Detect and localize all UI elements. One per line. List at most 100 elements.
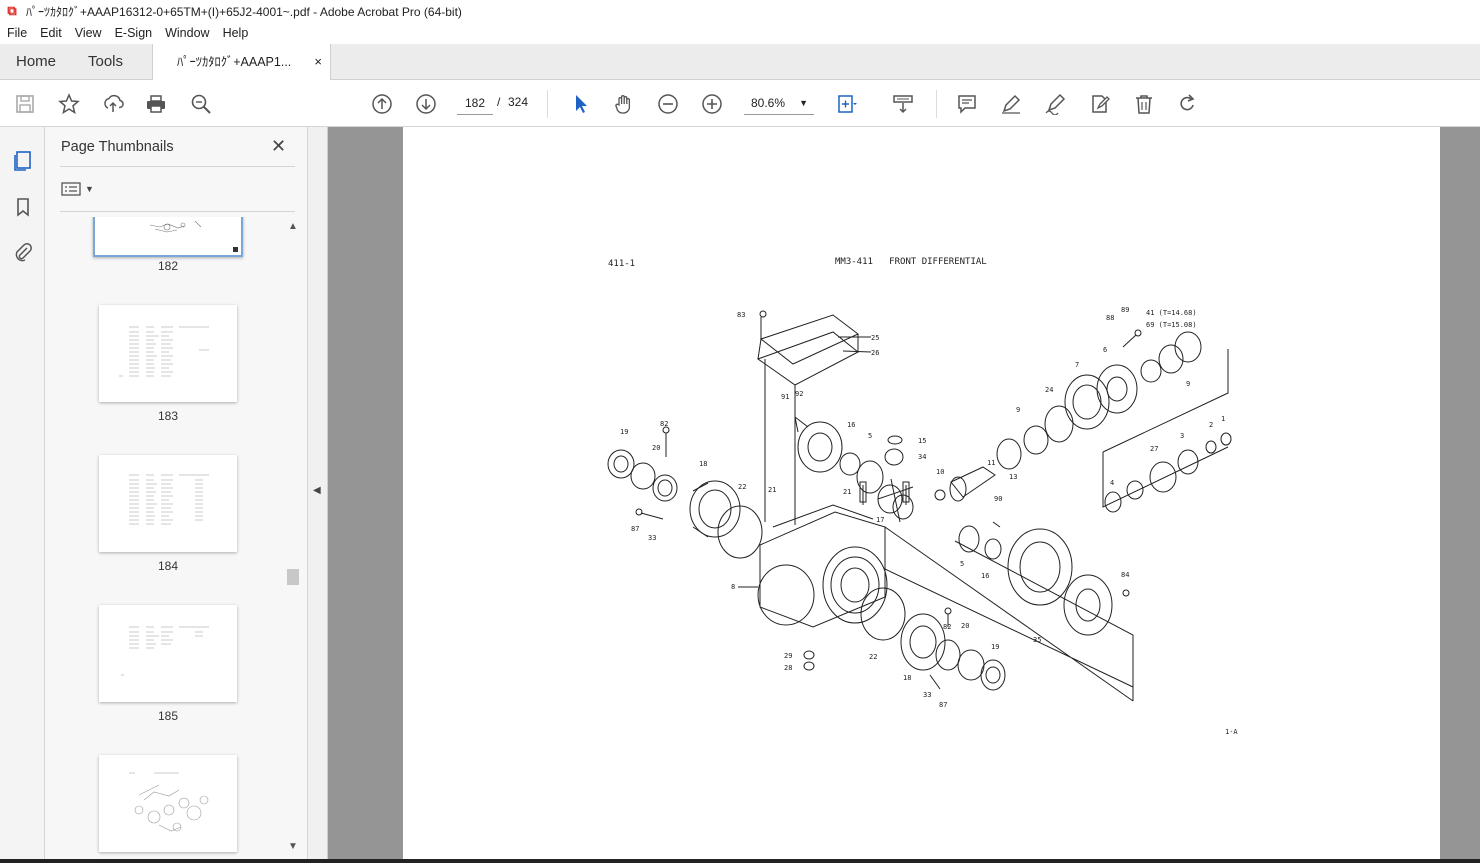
callout-20: 20 — [652, 444, 660, 452]
callout-5: 5 — [868, 432, 872, 440]
callout-11: 11 — [987, 459, 995, 467]
menu-help[interactable]: Help — [223, 26, 249, 40]
document-viewer[interactable]: 411-1 MM3-411 FRONT DIFFERENTIAL 1-A 83 … — [328, 127, 1480, 863]
header-left: 411-1 — [608, 259, 635, 269]
page-down-icon[interactable] — [413, 91, 439, 117]
thumbnail-preview — [121, 626, 209, 676]
callout-87: 87 — [631, 525, 639, 533]
menu-esign[interactable]: E-Sign — [115, 26, 153, 40]
zoom-out-icon[interactable] — [655, 91, 681, 117]
print-icon[interactable] — [143, 91, 169, 117]
tab-bar: Home Tools ﾊﾟｰﾂｶﾀﾛｸﾞ+AAAP1... × — [0, 44, 1480, 81]
callout-8: 8 — [731, 583, 735, 591]
callout-91: 91 — [781, 393, 789, 401]
zoom-in-icon[interactable] — [699, 91, 725, 117]
scrollbar-thumb[interactable] — [287, 569, 299, 585]
tab-tools[interactable]: Tools — [88, 44, 123, 80]
attachment-icon[interactable] — [11, 240, 35, 264]
panel-collapse-strip[interactable]: ◀ — [308, 127, 328, 863]
tab-document[interactable]: ﾊﾟｰﾂｶﾀﾛｸﾞ+AAAP1... × — [152, 44, 331, 81]
page-number-input[interactable]: 182 — [457, 91, 493, 115]
parts-diagram: 411-1 MM3-411 FRONT DIFFERENTIAL 1-A 83 … — [607, 257, 1238, 736]
footer-right: 1-A — [1225, 728, 1238, 736]
thumbnail-page-184[interactable] — [99, 455, 237, 552]
toolbar-divider — [936, 90, 937, 118]
callout-82b: 82 — [943, 623, 951, 631]
callout-6: 6 — [1103, 346, 1107, 354]
menu-window[interactable]: Window — [165, 26, 209, 40]
thumbnail-page-185[interactable] — [99, 605, 237, 702]
pen-icon[interactable] — [998, 91, 1024, 117]
menu-file[interactable]: File — [7, 26, 27, 40]
callout-7: 7 — [1075, 361, 1079, 369]
window-titlebar: ⧉ ﾊﾟｰﾂｶﾀﾛｸﾞ+AAAP16312-0+65TM+(I)+65J2-40… — [0, 0, 1480, 22]
thumbnail-scrollbar[interactable]: ▲ ▼ — [285, 217, 301, 859]
hand-icon[interactable] — [611, 91, 637, 117]
callout-15: 15 — [918, 437, 926, 445]
scroll-up-icon[interactable]: ▲ — [288, 221, 298, 232]
callout-18: 18 — [699, 460, 707, 468]
upload-icon[interactable] — [100, 91, 126, 117]
fit-page-icon[interactable] — [834, 91, 860, 117]
callout-25: 25 — [871, 334, 879, 342]
callout-92: 92 — [795, 390, 803, 398]
callout-26: 26 — [871, 349, 879, 357]
thumbnail-page-186[interactable] — [99, 755, 237, 852]
callout-90: 90 — [994, 495, 1002, 503]
callout-2: 2 — [1209, 421, 1213, 429]
main-toolbar: 182 / 324 80.6% ▼ — [0, 80, 1480, 127]
page-thumbnails-icon[interactable] — [11, 148, 35, 172]
cursor-icon[interactable] — [567, 91, 593, 117]
callout-84: 84 — [1121, 571, 1129, 579]
page-total: 324 — [508, 95, 529, 109]
star-icon[interactable] — [56, 91, 82, 117]
chevron-down-icon: ▼ — [85, 184, 94, 194]
page-up-icon[interactable] — [369, 91, 395, 117]
callout-20b: 20 — [961, 622, 969, 630]
thumbnail-page-183[interactable] — [99, 305, 237, 402]
thumbnail-label: 185 — [157, 709, 179, 723]
callout-5b: 5 — [960, 560, 964, 568]
window-title: ﾊﾟｰﾂｶﾀﾛｸﾞ+AAAP16312-0+65TM+(I)+65J2-4001… — [26, 4, 462, 19]
callout-87b: 87 — [939, 701, 947, 709]
sign-icon[interactable] — [1042, 91, 1068, 117]
comment-icon[interactable] — [954, 91, 980, 117]
thumbnail-preview — [149, 220, 238, 252]
callout-35: 35 — [1033, 636, 1041, 644]
callout-89: 89 — [1121, 306, 1129, 314]
thumbnails-panel: Page Thumbnails ✕ ▼ 182 183 184 185 ▲ ▼ — [45, 127, 308, 863]
exploded-view-drawing — [607, 310, 1232, 702]
thumbnail-options-button[interactable]: ▼ — [61, 179, 97, 199]
callout-22: 22 — [738, 483, 746, 491]
rotate-icon[interactable] — [1174, 91, 1200, 117]
thumbnail-page-182[interactable] — [93, 217, 243, 257]
callout-4: 4 — [1110, 479, 1114, 487]
document-page: 411-1 MM3-411 FRONT DIFFERENTIAL 1-A 83 … — [403, 127, 1440, 863]
callout-34: 34 — [918, 453, 926, 461]
callout-16b: 16 — [981, 572, 989, 580]
tab-close-button[interactable]: × — [314, 44, 322, 80]
chevron-down-icon: ▼ — [799, 98, 808, 108]
tab-home[interactable]: Home — [16, 44, 56, 80]
callout-21b: 21 — [768, 486, 776, 494]
header-center: MM3-411 FRONT DIFFERENTIAL — [835, 257, 987, 267]
collapse-left-icon[interactable]: ◀ — [313, 485, 321, 496]
zoom-search-icon[interactable] — [188, 91, 214, 117]
trash-icon[interactable] — [1131, 91, 1157, 117]
close-icon[interactable]: ✕ — [271, 136, 286, 157]
callout-17: 17 — [876, 516, 884, 524]
callout-labels: 83 25 26 89 88 41 (T=14.68) 69 (T=15.08)… — [620, 306, 1225, 709]
scroll-down-icon[interactable]: ▼ — [288, 841, 298, 852]
callout-19: 19 — [620, 428, 628, 436]
panel-title: Page Thumbnails — [61, 139, 174, 155]
menu-view[interactable]: View — [75, 26, 102, 40]
callout-82: 82 — [660, 420, 668, 428]
bookmark-icon[interactable] — [11, 195, 35, 219]
zoom-select[interactable]: 80.6% ▼ — [744, 91, 814, 115]
scroll-mode-icon[interactable] — [890, 91, 916, 117]
edit-icon[interactable] — [1087, 91, 1113, 117]
menu-edit[interactable]: Edit — [40, 26, 62, 40]
save-icon[interactable] — [12, 91, 38, 117]
left-rail — [0, 127, 45, 863]
bottom-edge — [0, 859, 1480, 863]
